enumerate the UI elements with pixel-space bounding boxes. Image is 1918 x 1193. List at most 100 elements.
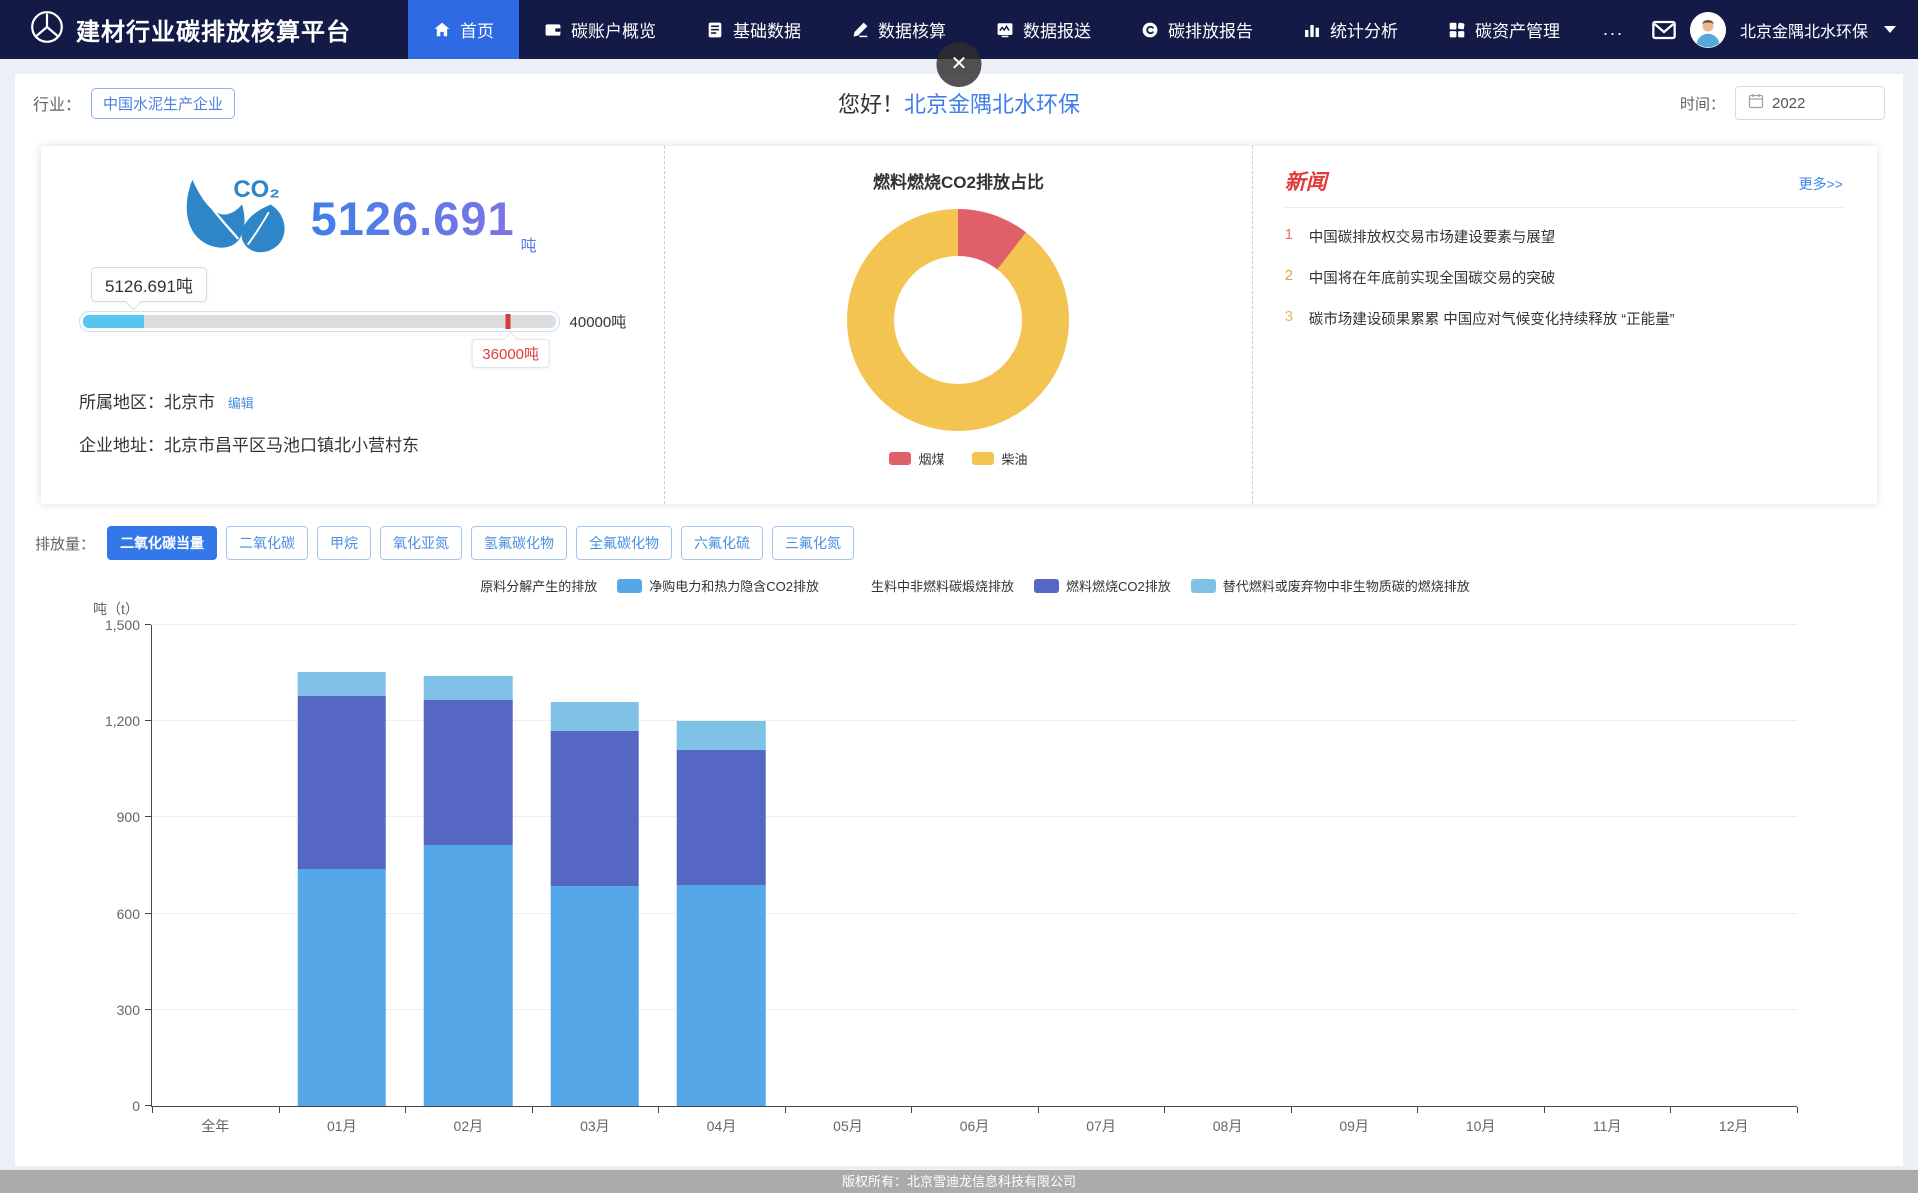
year-picker-input[interactable]: 2022 bbox=[1735, 86, 1885, 120]
donut-legend-item[interactable]: 柴油 bbox=[972, 449, 1027, 468]
nav-item-carbon-account[interactable]: 碳账户概览 bbox=[519, 0, 681, 59]
tab-氢氟碳化物[interactable]: 氢氟碳化物 bbox=[471, 526, 567, 560]
footer: 版权所有：北京雪迪龙信息科技有限公司 bbox=[0, 1170, 1918, 1193]
emission-total: CO₂ 5126.691 吨 bbox=[89, 172, 626, 265]
tab-甲烷[interactable]: 甲烷 bbox=[317, 526, 371, 560]
bar-segment bbox=[551, 886, 640, 1106]
calendar-icon bbox=[1748, 93, 1764, 113]
bar-segment bbox=[424, 676, 513, 700]
news-item-1[interactable]: 1 中国碳排放权交易市场建设要素与展望 bbox=[1285, 216, 1843, 257]
main-nav: 首页碳账户概览基础数据数据核算数据报送碳排放报告统计分析碳资产管理... bbox=[377, 0, 1642, 59]
tab-二氧化碳[interactable]: 二氧化碳 bbox=[226, 526, 308, 560]
progress-max-label: 40000吨 bbox=[570, 311, 627, 332]
x-category-label: 08月 bbox=[1213, 1116, 1243, 1136]
news-more-link[interactable]: 更多>> bbox=[1799, 174, 1843, 194]
platform-logo-icon bbox=[30, 10, 64, 49]
x-category-label: 07月 bbox=[1086, 1116, 1116, 1136]
avatar[interactable] bbox=[1690, 12, 1726, 48]
bar-segment bbox=[677, 721, 766, 750]
brand: 建材行业碳排放核算平台 bbox=[0, 0, 377, 59]
nav-item-home[interactable]: 首页 bbox=[408, 0, 519, 59]
bar-segment bbox=[424, 845, 513, 1106]
y-tick-mark bbox=[145, 1105, 151, 1106]
bar-segment bbox=[551, 731, 640, 887]
user-cluster: 北京金隅北水环保 bbox=[1642, 0, 1918, 59]
x-tick-mark bbox=[152, 1107, 153, 1113]
address-line: 企业地址：北京市昌平区马池口镇北小营村东 bbox=[79, 431, 626, 456]
stacked-bar-04月 bbox=[677, 625, 766, 1106]
news-item-2[interactable]: 2 中国将在年底前实现全国碳交易的突破 bbox=[1285, 257, 1843, 298]
gridline bbox=[152, 913, 1797, 914]
x-tick-mark bbox=[532, 1107, 533, 1113]
tab-全氟碳化物[interactable]: 全氟碳化物 bbox=[576, 526, 672, 560]
donut-legend: 烟煤 柴油 bbox=[665, 449, 1252, 468]
x-tick-mark bbox=[1038, 1107, 1039, 1113]
bar-segment bbox=[298, 869, 387, 1106]
close-overlay-button[interactable]: ✕ bbox=[937, 42, 982, 87]
chart-legend-item[interactable]: 生料中非燃料碳煅烧排放 bbox=[839, 576, 1014, 595]
chart-legend-item[interactable]: 原料分解产生的排放 bbox=[448, 576, 597, 595]
x-tick-mark bbox=[658, 1107, 659, 1113]
emission-total-value: 5126.691 bbox=[311, 191, 515, 246]
x-category-label: 全年 bbox=[201, 1116, 229, 1136]
ledger-icon bbox=[706, 21, 724, 39]
nav-item-carbon-assets[interactable]: 碳资产管理 bbox=[1423, 0, 1585, 59]
news-item-3[interactable]: 3碳市场建设硕果累累 中国应对气候变化持续释放 “正能量” bbox=[1285, 298, 1843, 339]
quota-marker bbox=[506, 314, 511, 329]
edit-region-link[interactable]: 编辑 bbox=[228, 396, 254, 411]
monthly-emission-chart: 吨（t） 03006009001,2001,500全年01月02月03月04月0… bbox=[33, 599, 1885, 1155]
blocks-icon bbox=[1448, 21, 1466, 39]
copyright-icon bbox=[1141, 21, 1159, 39]
x-category-label: 12月 bbox=[1719, 1116, 1749, 1136]
news-list: 1 中国碳排放权交易市场建设要素与展望 2 中国将在年底前实现全国碳交易的突破 3碳市场… bbox=[1285, 216, 1843, 339]
region-line: 所属地区：北京市 编辑 bbox=[79, 388, 626, 413]
y-tick-label: 1,500 bbox=[105, 617, 140, 633]
x-category-label: 09月 bbox=[1339, 1116, 1369, 1136]
chart-legend-item[interactable]: 净购电力和热力隐含CO2排放 bbox=[617, 576, 819, 595]
chevron-down-icon[interactable] bbox=[1884, 26, 1896, 33]
legend-color-chip bbox=[448, 579, 473, 593]
platform-title: 建材行业碳排放核算平台 bbox=[76, 12, 351, 47]
tab-三氟化氮[interactable]: 三氟化氮 bbox=[772, 526, 854, 560]
emission-progress-bar: 36000吨 bbox=[79, 311, 560, 332]
user-name[interactable]: 北京金隅北水环保 bbox=[1740, 18, 1868, 42]
bar-chart-icon bbox=[1303, 21, 1321, 39]
donut-legend-item[interactable]: 烟煤 bbox=[889, 449, 944, 468]
nav-item-more[interactable]: ... bbox=[1585, 0, 1642, 59]
tab-六氟化硫[interactable]: 六氟化硫 bbox=[681, 526, 763, 560]
mail-icon[interactable] bbox=[1652, 20, 1676, 40]
y-tick-label: 600 bbox=[117, 906, 140, 922]
tab-氧化亚氮[interactable]: 氧化亚氮 bbox=[380, 526, 462, 560]
year-picker-value: 2022 bbox=[1772, 95, 1805, 112]
news-item-index: 2 bbox=[1285, 267, 1297, 288]
tabs-label: 排放量： bbox=[35, 533, 95, 554]
x-category-label: 10月 bbox=[1466, 1116, 1496, 1136]
industry-tag[interactable]: 中国水泥生产企业 bbox=[91, 88, 235, 119]
chart-legend-item[interactable]: 燃料燃烧CO2排放 bbox=[1034, 576, 1171, 595]
emission-total-panel: CO₂ 5126.691 吨 5126.691吨 bbox=[41, 146, 665, 504]
tab-二氧化碳当量[interactable]: 二氧化碳当量 bbox=[107, 526, 217, 560]
legend-label: 原料分解产生的排放 bbox=[480, 576, 597, 595]
bar-segment bbox=[298, 696, 387, 869]
news-item-index: 1 bbox=[1285, 226, 1297, 247]
x-category-label: 04月 bbox=[707, 1116, 737, 1136]
x-tick-mark bbox=[1797, 1107, 1798, 1113]
x-category-label: 06月 bbox=[960, 1116, 990, 1136]
greeting-company-name[interactable]: 北京金隅北水环保 bbox=[904, 92, 1080, 117]
news-item-text: 碳市场建设硕果累累 中国应对气候变化持续释放 “正能量” bbox=[1309, 308, 1675, 329]
nav-item-emission-report[interactable]: 碳排放报告 bbox=[1116, 0, 1278, 59]
x-tick-mark bbox=[785, 1107, 786, 1113]
bar-segment bbox=[677, 750, 766, 885]
news-item-text: 中国碳排放权交易市场建设要素与展望 bbox=[1309, 226, 1556, 247]
nav-item-statistics[interactable]: 统计分析 bbox=[1278, 0, 1423, 59]
x-tick-mark bbox=[1291, 1107, 1292, 1113]
x-tick-mark bbox=[1164, 1107, 1165, 1113]
chart-legend-item[interactable]: 替代燃料或废弃物中非生物质碳的燃烧排放 bbox=[1191, 576, 1470, 595]
industry-field: 行业： 中国水泥生产企业 bbox=[33, 88, 235, 119]
nav-item-base-data[interactable]: 基础数据 bbox=[681, 0, 826, 59]
legend-color-chip bbox=[839, 579, 864, 593]
nav-item-data-submission[interactable]: 数据报送 bbox=[971, 0, 1116, 59]
news-item-text: 中国将在年底前实现全国碳交易的突破 bbox=[1309, 267, 1556, 288]
y-tick-mark bbox=[145, 624, 151, 625]
current-value-tooltip: 5126.691吨 bbox=[91, 267, 207, 302]
